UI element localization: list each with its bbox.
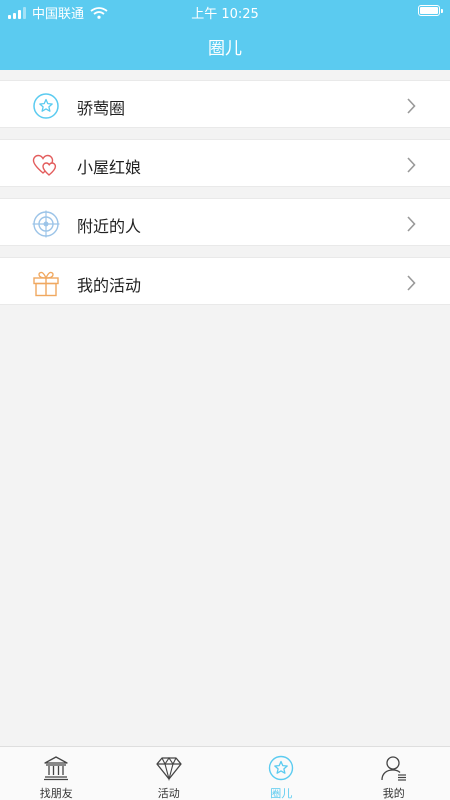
menu-item-matchmaker[interactable]: 小屋红娘 <box>0 139 450 187</box>
tab-label: 活动 <box>157 787 180 800</box>
bottom-tab-bar: 找朋友 活动 圈儿 我的 <box>0 746 450 800</box>
radar-icon <box>32 210 60 238</box>
top-bar: 中国联通 上午 10:25 圈儿 <box>0 0 450 70</box>
menu-item-label: 小屋红娘 <box>77 158 142 177</box>
menu-item-circle[interactable]: 骄莺圈 <box>0 80 450 128</box>
menu-item-label: 骄莺圈 <box>77 99 126 118</box>
menu-item-my-activities[interactable]: 我的活动 <box>0 257 450 305</box>
tab-activities[interactable]: 活动 <box>113 747 226 800</box>
menu-item-label: 我的活动 <box>77 276 142 295</box>
menu-item-label: 附近的人 <box>77 217 142 236</box>
tab-circle[interactable]: 圈儿 <box>225 747 338 800</box>
tab-label: 找朋友 <box>39 787 73 800</box>
star-circle-icon <box>269 755 294 781</box>
tab-mine[interactable]: 我的 <box>338 747 450 800</box>
menu-item-nearby[interactable]: 附近的人 <box>0 198 450 246</box>
chevron-right-icon <box>407 216 416 232</box>
chevron-right-icon <box>407 98 416 114</box>
status-bar: 中国联通 上午 10:25 <box>0 0 450 22</box>
app-screen: 中国联通 上午 10:25 圈儿 骄莺圈 小屋红娘 附近的人 我的活动 找朋友 … <box>0 0 450 800</box>
battery-icon <box>418 5 443 16</box>
chevron-right-icon <box>407 275 416 291</box>
menu-list: 骄莺圈 小屋红娘 附近的人 我的活动 <box>0 80 450 316</box>
hearts-icon <box>32 154 57 176</box>
star-circle-icon <box>33 93 59 119</box>
user-icon <box>381 756 406 781</box>
tab-find-friends[interactable]: 找朋友 <box>0 747 113 800</box>
diamond-icon <box>156 757 182 781</box>
bank-icon <box>44 756 69 781</box>
tab-label: 圈儿 <box>270 787 293 800</box>
tab-label: 我的 <box>382 787 405 800</box>
gift-icon <box>33 271 59 297</box>
page-title: 圈儿 <box>208 39 242 59</box>
status-time: 上午 10:25 <box>191 7 259 22</box>
chevron-right-icon <box>407 157 416 173</box>
